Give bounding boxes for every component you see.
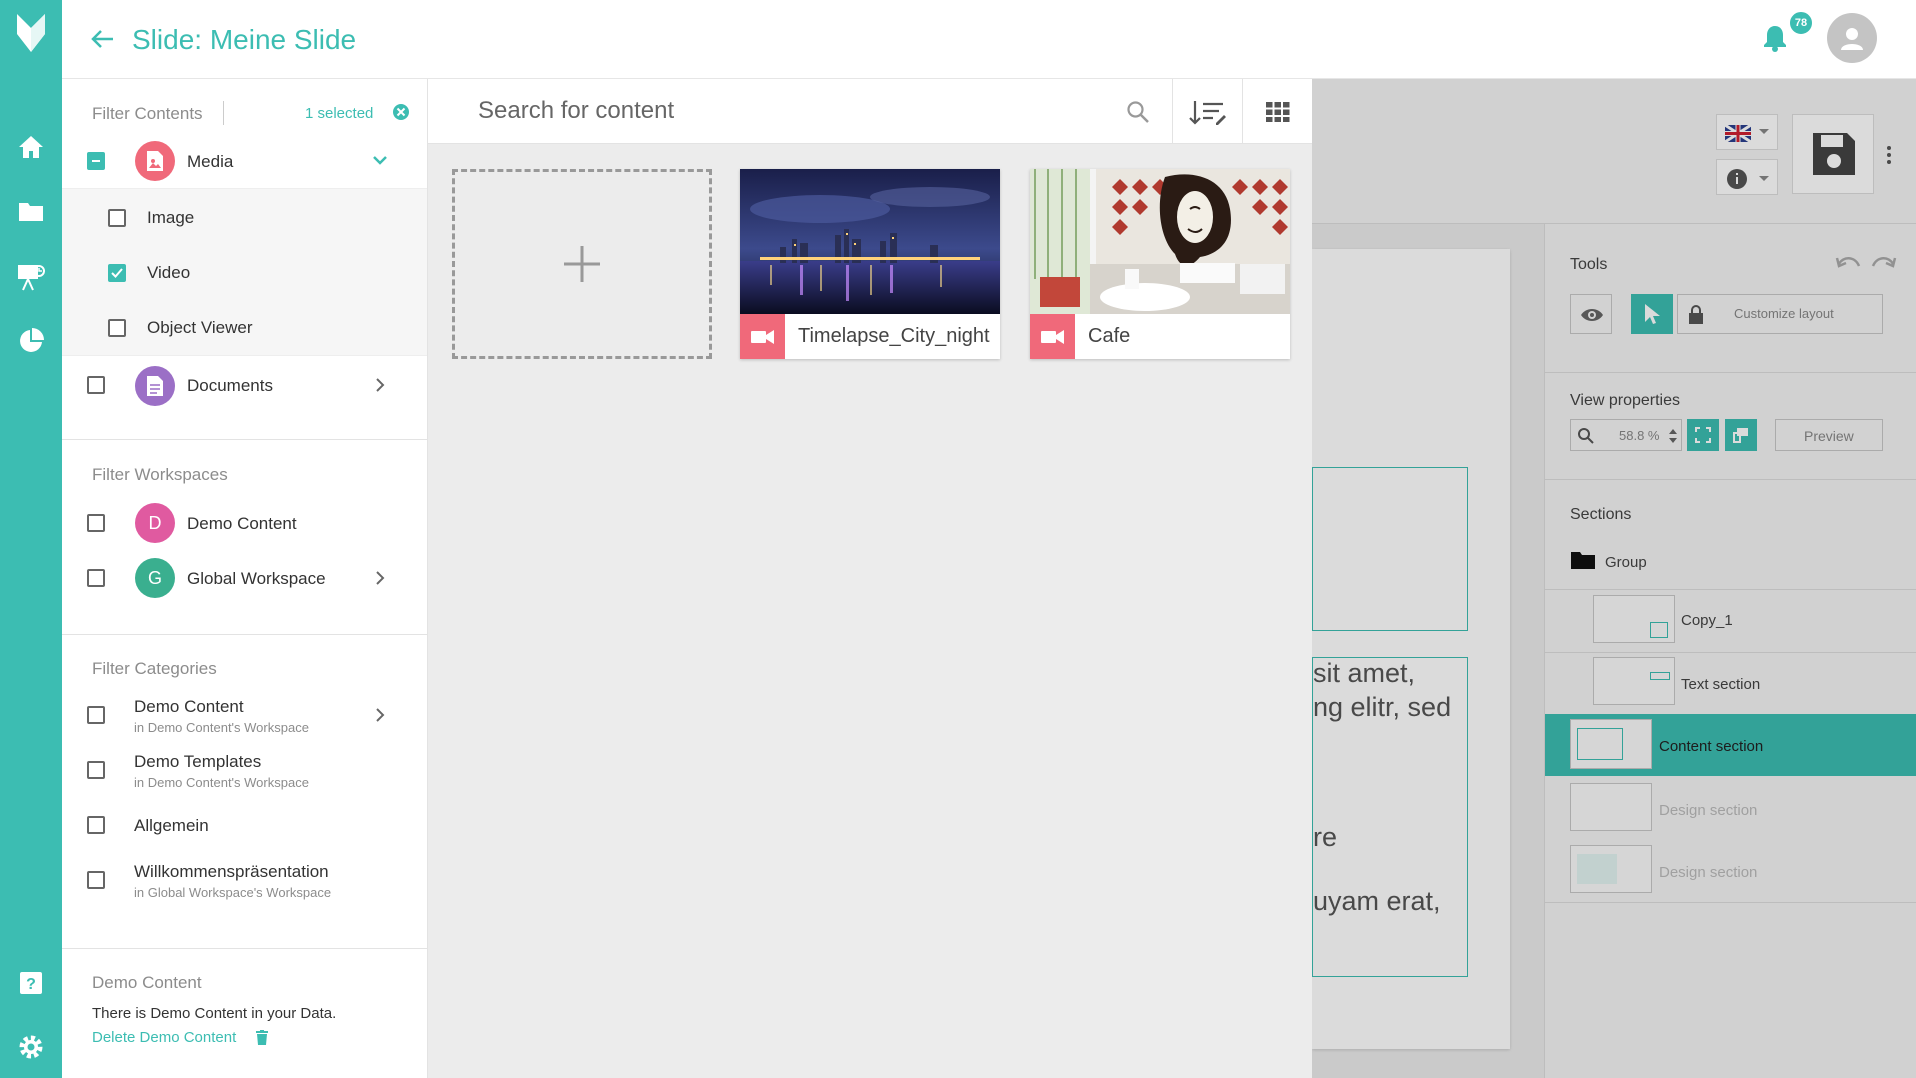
grid-view-icon <box>1265 101 1289 122</box>
category-checkbox[interactable] <box>87 816 105 834</box>
video-label: Video <box>147 263 191 282</box>
documents-icon <box>135 366 175 406</box>
category-sub: in Global Workspace's Workspace <box>134 885 332 900</box>
settings-icon[interactable] <box>12 1028 50 1066</box>
object-viewer-label: Object Viewer <box>147 318 253 337</box>
media-icon <box>135 141 175 181</box>
demo-content-title: Demo Content <box>92 973 202 992</box>
content-card-timelapse[interactable]: Timelapse_City_night <box>740 169 1000 359</box>
object-viewer-checkbox[interactable] <box>108 319 126 337</box>
category-checkbox[interactable] <box>87 871 105 889</box>
grid-view-button[interactable] <box>1242 79 1312 144</box>
app-header: Slide: Meine Slide 78 <box>62 0 1916 79</box>
delete-demo-content-link[interactable]: Delete Demo Content <box>92 1029 236 1046</box>
chevron-right-icon[interactable] <box>371 376 391 396</box>
divider <box>62 439 427 440</box>
filter-workspaces-label: Filter Workspaces <box>92 465 228 484</box>
clear-selection-icon[interactable] <box>392 103 410 121</box>
pie-chart-icon[interactable] <box>12 322 50 360</box>
chevron-right-icon[interactable] <box>371 569 391 589</box>
media-label: Media <box>187 152 234 171</box>
category-label: Willkommenspräsentation <box>134 862 329 881</box>
image-label: Image <box>147 208 195 227</box>
content-card-title: Timelapse_City_night <box>798 325 990 347</box>
divider <box>62 634 427 635</box>
left-rail: ? <box>0 0 62 1078</box>
workspace-global-label: Global Workspace <box>187 569 326 588</box>
help-icon[interactable]: ? <box>12 964 50 1002</box>
filter-categories-label: Filter Categories <box>92 659 217 678</box>
folder-icon[interactable] <box>12 192 50 230</box>
back-arrow-icon[interactable] <box>88 24 118 54</box>
category-sub: in Demo Content's Workspace <box>134 775 309 790</box>
add-content-card[interactable] <box>452 169 712 359</box>
logo-icon[interactable] <box>8 10 54 56</box>
plus-icon <box>564 246 600 282</box>
content-card-cafe[interactable]: Cafe <box>1030 169 1290 359</box>
page-title: Slide: Meine Slide <box>132 24 357 55</box>
video-icon <box>1030 314 1075 359</box>
search-bar <box>428 79 1312 144</box>
chevron-right-icon[interactable] <box>371 706 391 726</box>
category-sub: in Demo Content's Workspace <box>134 720 309 735</box>
category-checkbox[interactable] <box>87 761 105 779</box>
divider <box>223 101 224 125</box>
filter-contents-label: Filter Contents <box>92 104 203 123</box>
trash-icon[interactable] <box>256 1030 268 1045</box>
presentation-icon[interactable] <box>12 258 50 296</box>
notification-count-badge: 78 <box>1788 10 1814 36</box>
filter-panel: Filter Contents 1 selected Media Image V… <box>62 79 428 1078</box>
chevron-down-icon[interactable] <box>371 151 391 171</box>
search-input[interactable] <box>478 93 1078 129</box>
workspace-global-checkbox[interactable] <box>87 569 105 587</box>
selected-count: 1 selected <box>305 105 374 122</box>
search-icon[interactable] <box>1126 100 1150 124</box>
video-icon <box>740 314 785 359</box>
content-card-title: Cafe <box>1088 325 1131 347</box>
content-browser: Timelapse_City_night C <box>428 79 1312 1078</box>
home-icon[interactable] <box>12 128 50 166</box>
sort-button[interactable] <box>1172 79 1242 144</box>
city-night-thumbnail <box>740 169 1000 314</box>
image-checkbox[interactable] <box>108 209 126 227</box>
workspace-global-avatar: G <box>135 558 175 598</box>
category-label: Demo Content <box>134 697 244 716</box>
media-checkbox[interactable] <box>87 152 105 170</box>
modal-backdrop[interactable] <box>1312 79 1916 1078</box>
sort-icon <box>1188 100 1226 125</box>
svg-text:?: ? <box>26 976 36 993</box>
category-label: Allgemein <box>134 816 209 835</box>
category-checkbox[interactable] <box>87 706 105 724</box>
documents-label: Documents <box>187 376 273 395</box>
category-label: Demo Templates <box>134 752 262 771</box>
workspace-demo-label: Demo Content <box>187 514 297 533</box>
workspace-demo-avatar: D <box>135 503 175 543</box>
divider <box>62 948 427 949</box>
notification-bell-icon[interactable] <box>1762 24 1792 54</box>
video-checkbox[interactable] <box>108 264 126 282</box>
demo-content-text: There is Demo Content in your Data. <box>92 1005 337 1022</box>
documents-checkbox[interactable] <box>87 376 105 394</box>
workspace-demo-checkbox[interactable] <box>87 514 105 532</box>
cafe-thumbnail <box>1030 169 1290 314</box>
user-avatar[interactable] <box>1827 13 1877 63</box>
